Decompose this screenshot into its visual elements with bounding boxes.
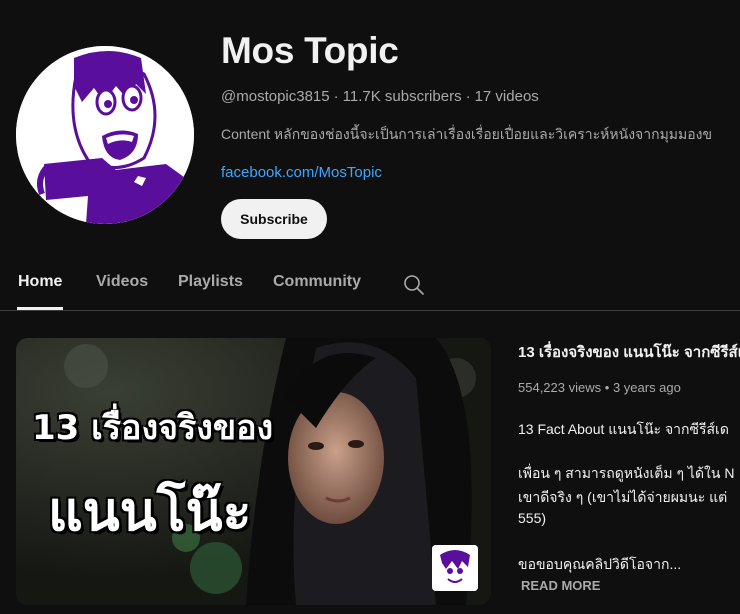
meta-separator: • <box>604 380 610 395</box>
channel-meta: @mostopic3815 · 11.7K subscribers · 17 video… <box>221 88 539 105</box>
channel-handle: @mostopic3815 <box>221 88 330 105</box>
video-description-line: เขาดีจริง ๆ (เขาไม่ได้จ่ายผมนะ แต่ <box>518 489 728 505</box>
tab-community[interactable]: Community <box>273 273 361 310</box>
meta-separator: · <box>465 88 471 105</box>
channel-tabs: Home Videos Playlists Community <box>0 262 740 311</box>
upload-age: 3 years ago <box>612 380 681 395</box>
thumbnail-title-line1: 13 เรื่องจริงของ <box>32 408 274 448</box>
read-more-button[interactable]: READ MORE <box>521 578 600 593</box>
view-count: 554,223 views <box>518 380 602 395</box>
featured-video-thumbnail[interactable]: 13 เรื่องจริงของ แนนโน๊ะ <box>16 338 491 605</box>
video-description-line: เพื่อน ๆ สามารถดูหนังเต็ม ๆ ได้ใน N <box>518 465 735 481</box>
video-description-line: 13 Fact About แนนโน๊ะ จากซีรีส์เด <box>518 421 729 437</box>
channel-logo-watermark <box>432 545 478 591</box>
subscribe-button[interactable]: Subscribe <box>221 199 327 239</box>
featured-video-title[interactable]: 13 เรื่องจริงของ แนนโน๊ะ จากซีรีส์เ <box>518 340 740 364</box>
thumbnail-title-line2: แนนโน๊ะ <box>48 480 252 543</box>
video-description-line: 555) <box>518 510 547 526</box>
avatar-cartoon <box>16 46 194 224</box>
channel-avatar[interactable] <box>16 46 194 224</box>
tab-videos[interactable]: Videos <box>96 273 148 310</box>
search-icon[interactable] <box>402 273 426 297</box>
channel-name: Mos Topic <box>221 30 399 71</box>
meta-separator: · <box>333 88 339 105</box>
tab-home[interactable]: Home <box>17 273 64 310</box>
channel-link[interactable]: facebook.com/MosTopic <box>221 164 382 181</box>
video-count: 17 videos <box>474 88 539 105</box>
channel-description[interactable]: Content หลักของช่องนี้จะเป็นการเล่าเรื่อ… <box>221 124 740 146</box>
tab-playlists[interactable]: Playlists <box>178 273 243 310</box>
featured-video-meta: 554,223 views • 3 years ago <box>518 380 681 395</box>
subscriber-count: 11.7K subscribers <box>342 88 462 105</box>
video-description-line: ขอขอบคุณคลิปวิดีโอจาก... <box>518 556 682 572</box>
